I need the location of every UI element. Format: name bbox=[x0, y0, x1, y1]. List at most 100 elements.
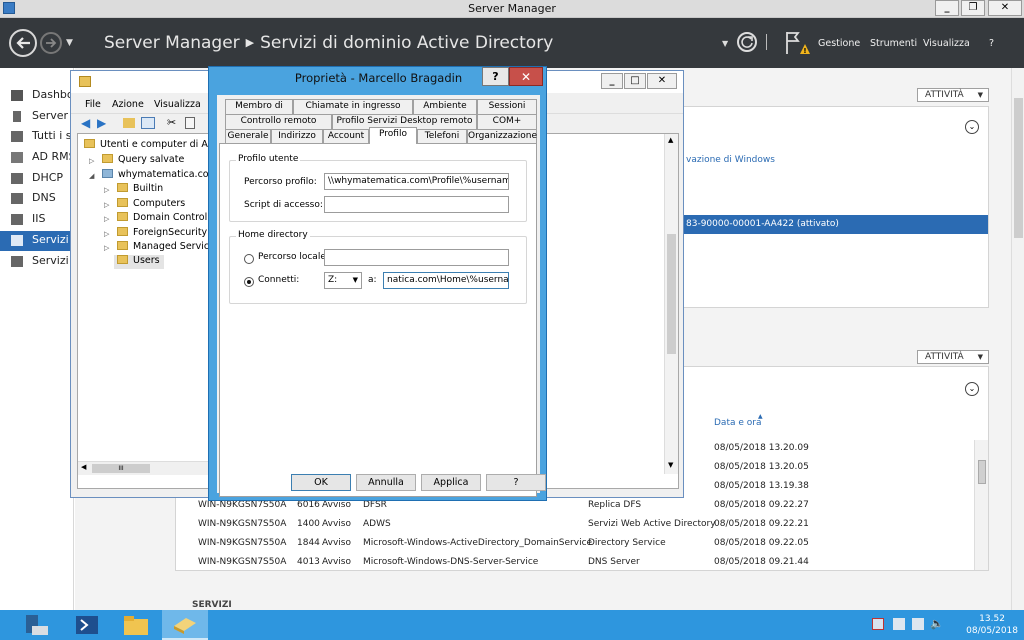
connect-radio[interactable] bbox=[244, 277, 254, 287]
scroll-left-icon[interactable]: ◀ bbox=[81, 463, 86, 471]
events-date-column-header[interactable]: Data e ora bbox=[714, 418, 761, 428]
drive-letter-select[interactable]: Z: ▼ bbox=[324, 272, 362, 289]
tab-generale[interactable]: Generale bbox=[225, 129, 271, 144]
tab-com-plus[interactable]: COM+ bbox=[477, 114, 537, 129]
cancel-button[interactable]: Annulla bbox=[356, 474, 416, 491]
sidebar-item-dhcp[interactable]: DHCP bbox=[0, 169, 74, 189]
apply-button[interactable]: Applica bbox=[421, 474, 481, 491]
ok-button[interactable]: OK bbox=[291, 474, 351, 491]
collapse-chevron-icon[interactable]: ⌄ bbox=[965, 120, 979, 134]
tab-telefoni[interactable]: Telefoni bbox=[417, 129, 467, 144]
main-scroll-thumb[interactable] bbox=[1014, 98, 1023, 238]
tab-chiamate-in-ingresso[interactable]: Chiamate in ingresso bbox=[293, 99, 413, 114]
event-row[interactable]: WIN-N9KGSN7S50A 4013 Avviso Microsoft-Windo… bbox=[198, 552, 998, 572]
aduc-menu-visualizza[interactable]: Visualizza bbox=[154, 99, 201, 110]
history-dropdown-icon[interactable]: ▼ bbox=[66, 38, 73, 48]
tree-users[interactable]: Users bbox=[114, 255, 164, 269]
tab-profilo[interactable]: Profilo bbox=[369, 127, 417, 144]
collapse-chevron-icon[interactable]: ⌄ bbox=[965, 382, 979, 396]
refresh-button[interactable] bbox=[737, 32, 757, 52]
local-path-input[interactable] bbox=[324, 249, 509, 266]
aduc-taskbar-button[interactable] bbox=[162, 610, 208, 640]
local-path-radio[interactable] bbox=[244, 254, 254, 264]
forward-button[interactable] bbox=[40, 32, 62, 54]
list-scrollbar[interactable]: ▲ ▼ bbox=[664, 134, 678, 474]
speaker-icon[interactable]: 🔈 bbox=[930, 617, 944, 630]
aduc-minimize-button[interactable]: _ bbox=[601, 73, 623, 89]
tab-organizzazione[interactable]: Organizzazione bbox=[467, 129, 537, 144]
events-scrollbar[interactable] bbox=[974, 440, 988, 570]
tab-membro-di[interactable]: Membro di bbox=[225, 99, 293, 114]
logon-script-input[interactable] bbox=[324, 196, 509, 213]
activation-column-header[interactable]: vazione di Windows bbox=[686, 155, 775, 165]
home-path-input[interactable]: natica.com\Home\%username% bbox=[383, 272, 509, 289]
toolbar-cut-icon[interactable]: ✂ bbox=[167, 116, 176, 129]
toolbar-back-icon[interactable]: ◀ bbox=[81, 116, 90, 130]
toolbar-show-tree-icon[interactable] bbox=[141, 117, 155, 129]
events-scroll-thumb[interactable] bbox=[978, 460, 986, 484]
sidebar-item-dashboard[interactable]: Dashboard bbox=[0, 86, 74, 106]
back-button[interactable] bbox=[9, 29, 37, 57]
expand-icon[interactable]: ▷ bbox=[104, 201, 109, 209]
display-tray-icon[interactable] bbox=[912, 618, 924, 630]
menu-visualizza[interactable]: Visualizza bbox=[923, 38, 970, 49]
sidebar-item-ad-ds[interactable]: Servizi di dominio Active Directory bbox=[0, 231, 74, 251]
dialog-close-button[interactable]: ✕ bbox=[509, 67, 543, 86]
expand-icon[interactable]: ▷ bbox=[104, 186, 109, 194]
list-scroll-thumb[interactable] bbox=[667, 234, 676, 354]
sidebar-item-local-server[interactable]: Server locale bbox=[0, 107, 74, 127]
tab-sessioni[interactable]: Sessioni bbox=[477, 99, 537, 114]
aduc-maximize-button[interactable]: □ bbox=[624, 73, 646, 89]
menu-help[interactable]: ? bbox=[989, 38, 994, 49]
minimize-button[interactable]: _ bbox=[935, 0, 959, 16]
refresh-dropdown-icon[interactable]: ▼ bbox=[722, 39, 728, 48]
main-scrollbar[interactable] bbox=[1011, 68, 1024, 610]
tree-computers[interactable]: ▷ Computers bbox=[104, 198, 185, 212]
tab-account[interactable]: Account bbox=[323, 129, 369, 144]
scroll-down-icon[interactable]: ▼ bbox=[668, 461, 673, 469]
menu-strumenti[interactable]: Strumenti bbox=[870, 38, 917, 49]
sidebar-item-ad-rms[interactable]: AD RMS bbox=[0, 148, 74, 168]
scroll-up-icon[interactable]: ▲ bbox=[668, 136, 673, 144]
sidebar-item-file-services[interactable]: Servizi file e archiviazione bbox=[0, 252, 74, 272]
taskbar-clock[interactable]: 13.52 08/05/2018 bbox=[966, 613, 1018, 637]
sidebar-item-iis[interactable]: IIS bbox=[0, 210, 74, 230]
event-row[interactable]: WIN-N9KGSN7S50A 1400 Avviso ADWS Servizi Web… bbox=[198, 514, 998, 534]
activation-selected-row[interactable]: 83-90000-00001-AA422 (attivato) bbox=[676, 215, 988, 234]
profile-path-input[interactable]: \\whymatematica.com\Profile\%username% bbox=[324, 173, 509, 190]
tree-domain[interactable]: ◢ whymatematica.com bbox=[89, 169, 218, 183]
tree-saved-queries[interactable]: ▷ Query salvate bbox=[89, 154, 184, 168]
tab-ambiente[interactable]: Ambiente bbox=[413, 99, 477, 114]
breadcrumb-root[interactable]: Server Manager bbox=[104, 33, 240, 53]
toolbar-forward-icon[interactable]: ▶ bbox=[97, 116, 106, 130]
attivita-dropdown-top[interactable]: ATTIVITÀ ▼ bbox=[917, 88, 989, 102]
expand-icon[interactable]: ▷ bbox=[89, 157, 94, 165]
tree-scroll-thumb[interactable]: III bbox=[92, 464, 150, 473]
event-row[interactable]: WIN-N9KGSN7S50A 1844 Avviso Microsoft-Windo… bbox=[198, 533, 998, 553]
menu-gestione[interactable]: Gestione bbox=[818, 38, 860, 49]
aduc-close-button[interactable]: ✕ bbox=[647, 73, 677, 89]
tab-controllo-remoto[interactable]: Controllo remoto bbox=[225, 114, 332, 129]
aduc-menu-azione[interactable]: Azione bbox=[112, 99, 144, 110]
tab-indirizzo[interactable]: Indirizzo bbox=[271, 129, 323, 144]
expand-icon[interactable]: ▷ bbox=[104, 244, 109, 252]
network-tray-icon[interactable] bbox=[893, 618, 905, 630]
aduc-menu-file[interactable]: File bbox=[85, 99, 101, 110]
toolbar-copy-icon[interactable] bbox=[185, 117, 195, 129]
dialog-help-button[interactable]: ? bbox=[482, 67, 509, 86]
expand-icon[interactable]: ▷ bbox=[104, 215, 109, 223]
collapse-icon[interactable]: ◢ bbox=[89, 172, 94, 180]
notifications-flag-button[interactable]: ! bbox=[784, 30, 810, 56]
sidebar-item-all-servers[interactable]: Tutti i server bbox=[0, 127, 74, 147]
powershell-taskbar-button[interactable] bbox=[64, 610, 110, 640]
file-explorer-taskbar-button[interactable] bbox=[113, 610, 159, 640]
server-manager-taskbar-button[interactable] bbox=[14, 610, 60, 640]
restore-button[interactable]: ❐ bbox=[961, 0, 985, 16]
sidebar-item-dns[interactable]: DNS bbox=[0, 189, 74, 209]
close-button[interactable]: ✕ bbox=[988, 0, 1022, 16]
action-center-icon[interactable] bbox=[872, 618, 884, 630]
toolbar-up-folder-icon[interactable] bbox=[123, 118, 135, 128]
expand-icon[interactable]: ▷ bbox=[104, 230, 109, 238]
attivita-dropdown-events[interactable]: ATTIVITÀ ▼ bbox=[917, 350, 989, 364]
help-button[interactable]: ? bbox=[486, 474, 546, 491]
